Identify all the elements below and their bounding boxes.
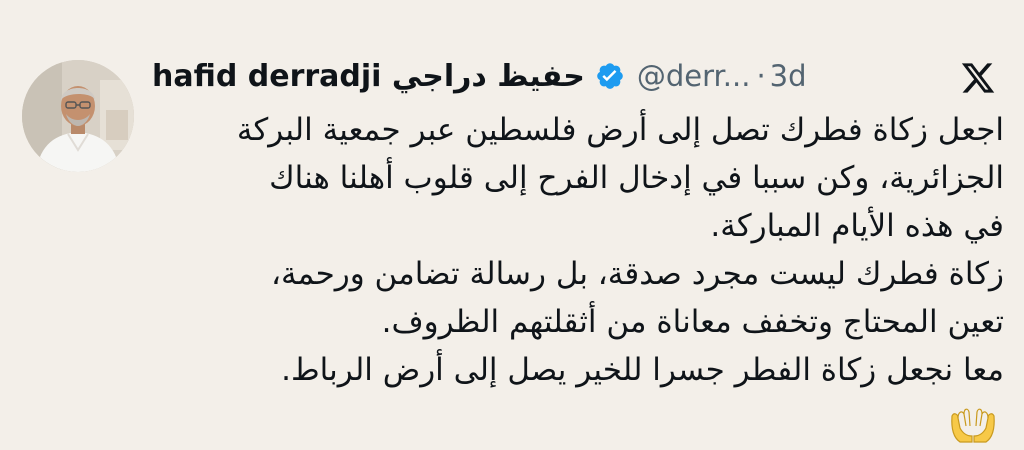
- palms-up-together-icon: [948, 402, 998, 444]
- tweet-timestamp[interactable]: 3d: [770, 59, 807, 93]
- author-avatar[interactable]: [22, 60, 134, 172]
- tweet-text: اجعل زكاة فطرك تصل إلى أرض فلسطين عبر جم…: [152, 106, 1004, 394]
- author-handle[interactable]: @derr...: [637, 59, 751, 93]
- tweet-header: hafid derradji حفيظ دراجي @derr... · 3d: [152, 56, 807, 96]
- x-logo-icon[interactable]: [960, 60, 996, 96]
- verified-badge-icon: [595, 61, 625, 91]
- profile-photo-icon: [22, 60, 134, 172]
- tweet-text-line: اجعل زكاة فطرك تصل إلى أرض فلسطين عبر جم…: [236, 112, 1004, 148]
- separator-dot: ·: [756, 59, 766, 93]
- tweet-text-line: زكاة فطرك ليست مجرد صدقة، بل رسالة تضامن…: [271, 256, 1004, 292]
- tweet-text-line: الجزائرية، وكن سببا في إدخال الفرح إلى ق…: [269, 160, 1004, 196]
- author-display-name[interactable]: hafid derradji حفيظ دراجي: [152, 59, 585, 94]
- tweet-text-line: في هذه الأيام المباركة.: [710, 208, 1004, 244]
- tweet-text-line: معا نجعل زكاة الفطر جسرا للخير يصل إلى أ…: [281, 352, 1004, 388]
- tweet-card[interactable]: hafid derradji حفيظ دراجي @derr... · 3d …: [0, 0, 1024, 450]
- tweet-text-line: تعين المحتاج وتخفف معاناة من أثقلتهم الظ…: [381, 304, 1004, 340]
